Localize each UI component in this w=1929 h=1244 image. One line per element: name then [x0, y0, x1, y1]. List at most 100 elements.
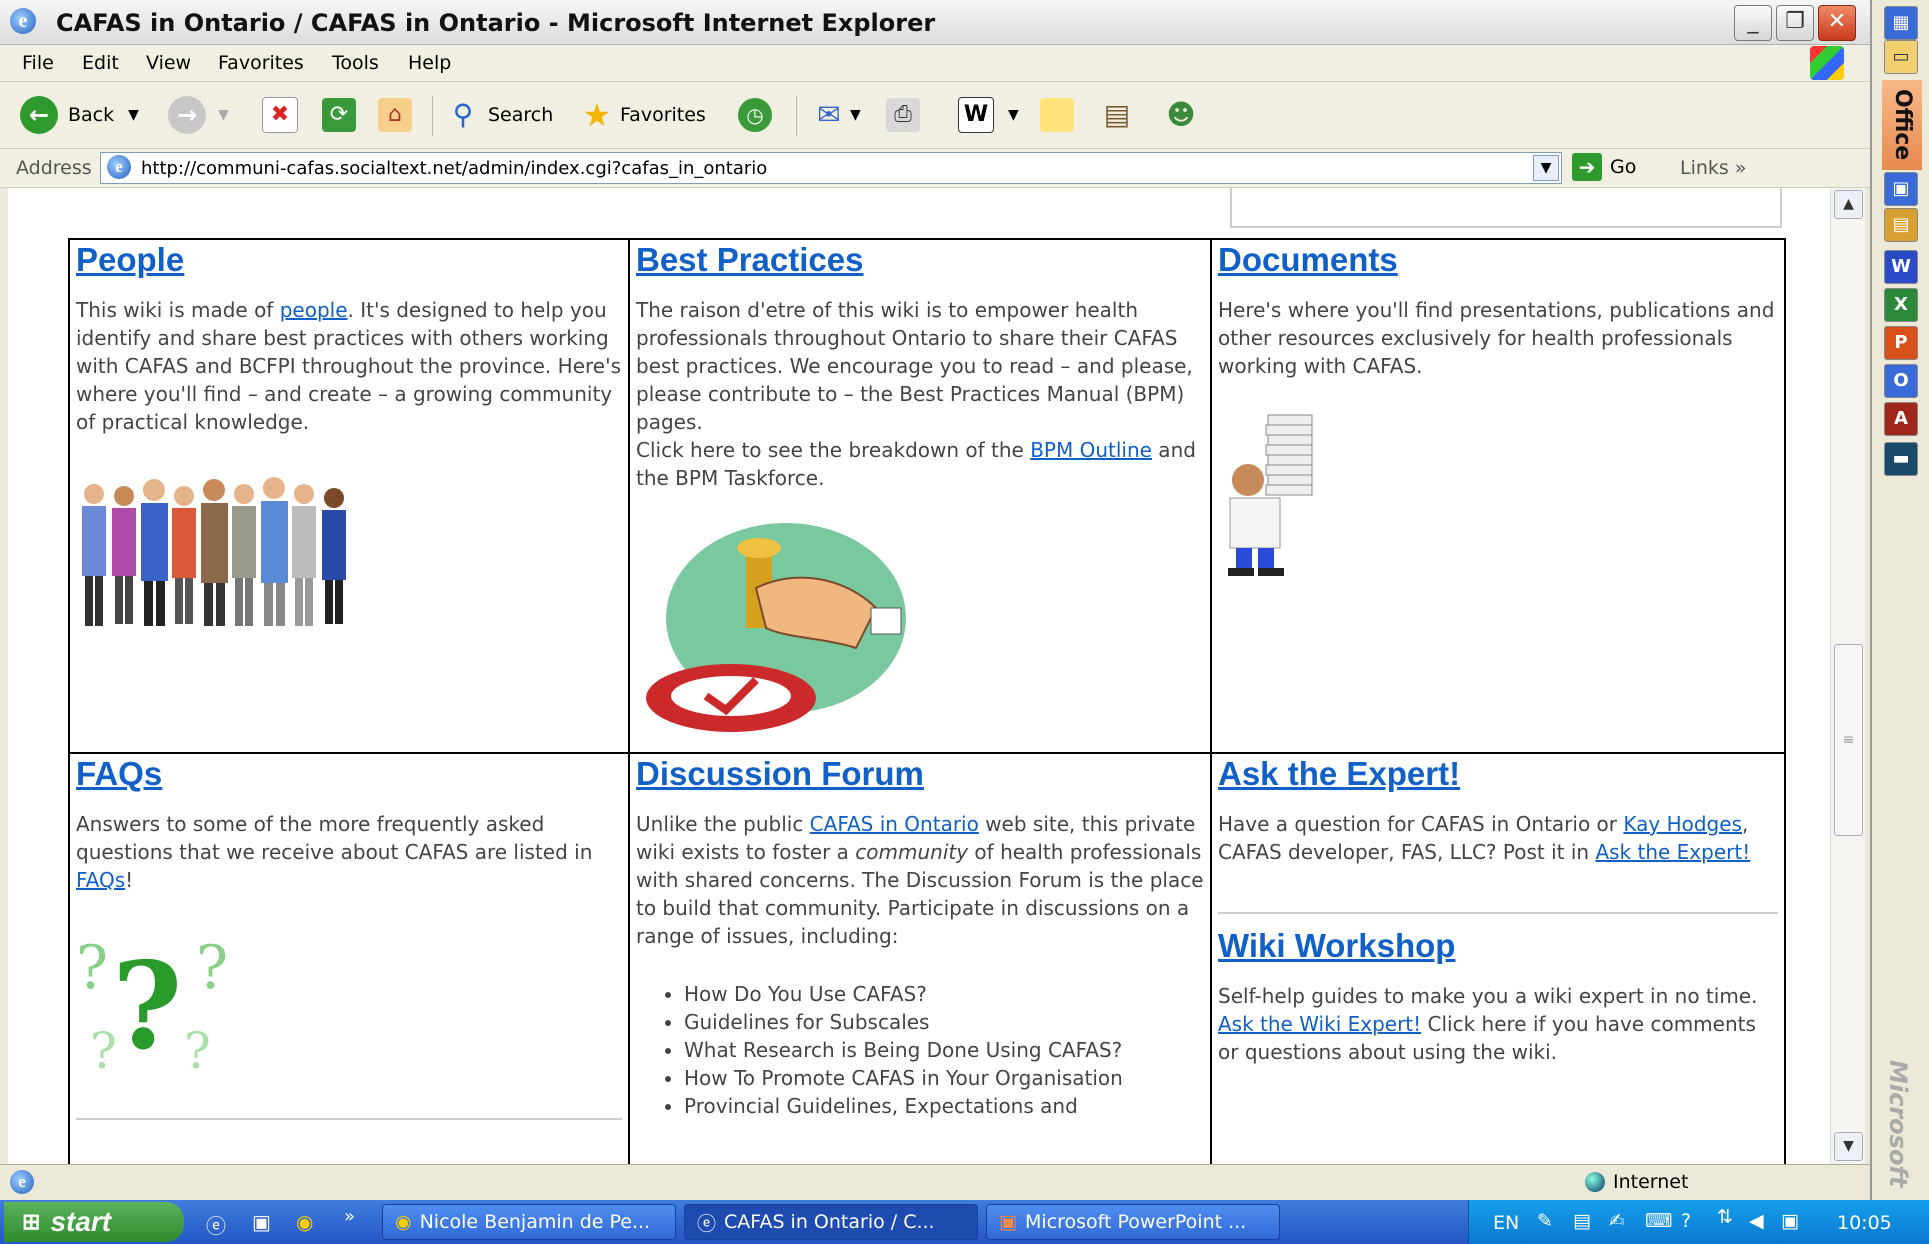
scroll-thumb[interactable]: ≡ — [1834, 644, 1863, 836]
back-tray-icon[interactable]: ◀ — [1749, 1210, 1764, 1232]
history-button[interactable]: ◷ — [738, 92, 772, 138]
office-menu-icon[interactable]: ▦ — [1884, 6, 1918, 40]
discussion-topic: What Research is Being Done Using CAFAS? — [684, 1036, 1204, 1064]
people-heading-link[interactable]: People — [76, 241, 184, 278]
messenger-icon: ☻ — [1166, 98, 1196, 131]
favorites-star-icon: ★ — [582, 96, 612, 134]
best-practices-cell: Best Practices The raison d'etre of this… — [628, 238, 1212, 754]
mail-dropdown-icon[interactable]: ▼ — [850, 107, 861, 123]
menu-file[interactable]: File — [22, 52, 54, 74]
windows-flag-icon — [1810, 46, 1844, 80]
menu-view[interactable]: View — [146, 52, 191, 74]
faqs-heading-link[interactable]: FAQs — [76, 755, 162, 792]
monitor-icon[interactable]: ▣ — [1781, 1210, 1799, 1232]
question-marks-icon: ? ? ? ? ? — [76, 933, 228, 1080]
language-indicator[interactable]: EN — [1493, 1212, 1519, 1234]
stop-button[interactable]: ✖ — [262, 92, 298, 138]
expert-divider — [1218, 912, 1778, 914]
favorites-button[interactable]: ★ Favorites — [580, 92, 706, 138]
start-button[interactable]: ⊞ start — [4, 1202, 184, 1242]
vertical-scrollbar[interactable]: ▲ ≡ ▼ — [1830, 188, 1865, 1164]
menu-favorites[interactable]: Favorites — [218, 52, 304, 74]
open-office-document-icon[interactable]: ▤ — [1884, 208, 1918, 242]
help-icon[interactable]: ? — [1681, 1210, 1691, 1232]
start-label: start — [50, 1206, 112, 1237]
scroll-up-icon[interactable]: ▲ — [1834, 190, 1863, 219]
workshop-heading-link[interactable]: Wiki Workshop — [1218, 927, 1455, 964]
bpm-outline-link[interactable]: BPM Outline — [1030, 438, 1152, 462]
access-icon[interactable]: A — [1884, 402, 1918, 436]
taskbar-item[interactable]: ▣ Microsoft PowerPoint ... — [986, 1204, 1280, 1240]
ask-the-expert-link[interactable]: Ask the Expert! — [1595, 840, 1750, 864]
people-link[interactable]: people — [280, 298, 348, 322]
search-icon: ⚲ — [452, 98, 474, 131]
quicklaunch-app-icon[interactable]: ◉ — [296, 1210, 313, 1234]
discuss-button[interactable] — [1040, 92, 1074, 138]
refresh-button[interactable]: ⟳ — [322, 92, 356, 138]
expert-heading-link[interactable]: Ask the Expert! — [1218, 755, 1460, 792]
back-dropdown-icon[interactable]: ▼ — [128, 107, 139, 123]
question-marks-image: ? ? ? ? ? — [76, 928, 256, 1080]
desktop-icon[interactable]: ▬ — [1884, 442, 1918, 476]
office-label: Office — [1882, 80, 1922, 170]
network-icon[interactable]: ⇅ — [1717, 1206, 1733, 1228]
office-shortcut-bar: ▦ ▭ Office ▣ ▤ W X P O A ▬ Microsoft — [1870, 0, 1929, 1200]
portal-grid: People This wiki is made of people. It's… — [68, 238, 1786, 1164]
research-button[interactable]: ▤ — [1100, 92, 1134, 138]
address-input[interactable]: e http://communi-cafas.socialtext.net/ad… — [100, 152, 1562, 184]
close-button[interactable]: ✕ — [1818, 5, 1856, 41]
svg-text:?: ? — [184, 1022, 211, 1078]
handwriting-icon[interactable]: ✍ — [1609, 1210, 1625, 1232]
task-label: CAFAS in Ontario / C... — [724, 1211, 935, 1233]
taskbar-item[interactable]: ◉ Nicole Benjamin de Pe... — [382, 1204, 676, 1240]
go-button[interactable]: ➔ Go — [1572, 153, 1636, 181]
stop-icon: ✖ — [262, 97, 298, 133]
tablet-icon[interactable]: ⌨ — [1645, 1210, 1672, 1232]
discussion-text-1: Unlike the public — [636, 812, 810, 836]
menu-tools[interactable]: Tools — [332, 52, 379, 74]
ask-wiki-expert-link[interactable]: Ask the Wiki Expert! — [1218, 1012, 1421, 1036]
faqs-text-1: Answers to some of the more frequently a… — [76, 812, 593, 864]
new-office-document-icon[interactable]: ▣ — [1884, 172, 1918, 206]
menu-edit[interactable]: Edit — [82, 52, 119, 74]
go-label: Go — [1610, 156, 1637, 178]
back-button[interactable]: ← Back ▼ — [20, 92, 139, 138]
folder-icon[interactable]: ▭ — [1884, 40, 1918, 74]
workshop-text-1: Self-help guides to make you a wiki expe… — [1218, 984, 1758, 1008]
minimize-button[interactable]: _ — [1734, 5, 1772, 41]
pen-icon[interactable]: ✎ — [1537, 1210, 1553, 1232]
scroll-down-icon[interactable]: ▼ — [1834, 1132, 1863, 1161]
outlook-icon[interactable]: O — [1884, 364, 1918, 398]
restore-button[interactable]: ❐ — [1776, 5, 1814, 41]
quicklaunch-desktop-icon[interactable]: ▣ — [252, 1210, 271, 1234]
print-button[interactable]: ⎙ — [886, 92, 920, 138]
quicklaunch-more-icon[interactable]: » — [344, 1206, 355, 1227]
address-dropdown-icon[interactable]: ▼ — [1533, 155, 1559, 181]
faqs-link[interactable]: FAQs — [76, 868, 125, 892]
word-icon[interactable]: W — [1884, 250, 1918, 284]
home-button[interactable]: ⌂ — [378, 92, 412, 138]
search-button[interactable]: ⚲ Search — [446, 92, 554, 138]
edit-dropdown-icon[interactable]: ▼ — [1008, 107, 1019, 123]
cafas-in-ontario-link[interactable]: CAFAS in Ontario — [810, 812, 979, 836]
taskbar-item-active[interactable]: ⓔ CAFAS in Ontario / C... — [684, 1204, 978, 1240]
forward-button[interactable]: → ▼ — [168, 92, 229, 138]
input-panel-icon[interactable]: ▤ — [1573, 1210, 1591, 1232]
links-button[interactable]: Links » — [1680, 157, 1746, 179]
best-practices-text-2: Click here to see the breakdown of the — [636, 438, 1031, 462]
page-icon: e — [107, 155, 131, 179]
messenger-button[interactable]: ☻ — [1164, 92, 1198, 138]
window-title: CAFAS in Ontario / CAFAS in Ontario - Mi… — [56, 9, 936, 37]
excel-icon[interactable]: X — [1884, 288, 1918, 322]
best-practices-heading-link[interactable]: Best Practices — [636, 241, 863, 278]
svg-text:?: ? — [90, 1022, 117, 1078]
kay-hodges-link[interactable]: Kay Hodges — [1623, 812, 1742, 836]
edit-button[interactable]: W ▼ — [958, 92, 1019, 138]
discussion-heading-link[interactable]: Discussion Forum — [636, 755, 924, 792]
quicklaunch-ie-icon[interactable]: ⓔ — [206, 1210, 226, 1239]
documents-heading-link[interactable]: Documents — [1218, 241, 1398, 278]
menu-help[interactable]: Help — [408, 52, 451, 74]
powerpoint-icon[interactable]: P — [1884, 326, 1918, 360]
task-label: Microsoft PowerPoint ... — [1024, 1211, 1247, 1233]
mail-button[interactable]: ✉ ▼ — [812, 92, 861, 138]
